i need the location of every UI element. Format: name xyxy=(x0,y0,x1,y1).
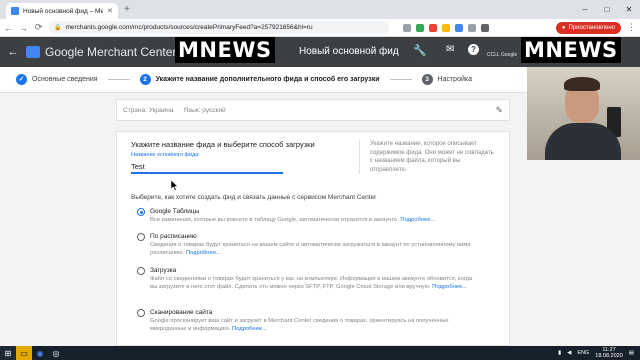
option-title: Сканирование сайта xyxy=(150,309,213,316)
feed-name-label: Название основного фида xyxy=(131,152,199,158)
input-language[interactable]: ENG xyxy=(577,350,589,356)
windows-taskbar: ⊞ ▭ ◉ ◎ ▮ ◀ ENG 11:27 18.08.2020 ▤ xyxy=(0,346,640,360)
maximize-button[interactable]: □ xyxy=(596,0,618,19)
language-value: Язык: русский xyxy=(183,106,226,114)
system-tray: ▮ ◀ ENG 11:27 18.08.2020 ▤ xyxy=(558,347,640,359)
more-link[interactable]: Подробнее... xyxy=(400,217,435,223)
file-explorer-icon[interactable]: ▭ xyxy=(16,346,32,360)
country-language-summary: Страна: Украина Язык: русский ✎ xyxy=(116,99,510,121)
new-tab-button[interactable]: + xyxy=(124,4,130,15)
network-icon[interactable]: ▮ xyxy=(558,350,561,356)
option-description: Google просканирует ваш сайт и загрузит … xyxy=(150,318,449,332)
radio-button[interactable] xyxy=(137,208,145,216)
extension-icon[interactable] xyxy=(455,23,463,32)
page-title: Новый основной фид xyxy=(299,46,399,57)
extension-icon[interactable] xyxy=(442,23,450,32)
upload-method-heading: Выберите, как хотите создать фид и связа… xyxy=(131,194,377,201)
reload-button[interactable]: ⟳ xyxy=(34,22,43,33)
form-heading: Укажите название фида и выберите способ … xyxy=(131,140,315,149)
browser-tab-strip: Новый основной фид – Merch ✕ + – □ ✕ xyxy=(0,0,640,19)
merchant-favicon-icon xyxy=(11,7,19,15)
option-description: Файл со сведениями о товарах будет храни… xyxy=(150,276,473,290)
notifications-icon[interactable]: ▤ xyxy=(629,350,634,356)
merchant-center-logo-icon xyxy=(26,46,40,58)
step-number: 2 xyxy=(139,74,151,85)
profile-paused-badge[interactable]: ● Приостановлено xyxy=(555,21,621,34)
forward-button[interactable]: → xyxy=(19,23,28,33)
tab-title: Новый основной фид – Merch xyxy=(23,7,104,15)
extensions-area xyxy=(403,23,489,32)
edit-pencil-icon[interactable]: ✎ xyxy=(495,105,503,116)
country-value: Страна: Украина xyxy=(123,106,174,114)
back-button[interactable]: ← xyxy=(4,23,13,33)
clock-date: 18.08.2020 xyxy=(595,353,623,359)
more-link[interactable]: Подробнее... xyxy=(432,284,467,290)
mail-icon[interactable]: ✉ xyxy=(446,44,454,55)
mnews-watermark: MNEWS xyxy=(521,37,621,63)
account-label[interactable]: CCLL Google xyxy=(487,52,517,58)
step-divider xyxy=(389,79,412,80)
close-window-button[interactable]: ✕ xyxy=(618,0,640,19)
screen-recorder-icon[interactable]: ◎ xyxy=(48,346,64,360)
start-button-icon[interactable]: ⊞ xyxy=(0,346,16,360)
option-description: Все изменения, которые вы внесете в табл… xyxy=(150,217,436,223)
url-text[interactable]: merchants.google.com/mc/products/sources… xyxy=(65,24,312,31)
more-link[interactable]: Подробнее... xyxy=(186,250,221,256)
step-feed-name[interactable]: 2 Укажите название дополнительного фида … xyxy=(139,74,380,85)
back-arrow-icon[interactable]: ← xyxy=(0,46,26,58)
step-label: Укажите название дополнительного фида и … xyxy=(155,76,380,83)
radio-button[interactable] xyxy=(137,309,145,317)
help-icon[interactable]: ? xyxy=(468,44,479,55)
mnews-watermark: MNEWS xyxy=(175,37,275,63)
extension-icon[interactable] xyxy=(429,23,437,32)
stepper: ✓ Основные сведения 2 Укажите название д… xyxy=(0,67,527,93)
minimize-button[interactable]: – xyxy=(574,0,596,19)
feed-form-card: Укажите название фида и выберите способ … xyxy=(116,131,510,346)
step-label: Основные сведения xyxy=(32,76,98,83)
chrome-icon[interactable]: ◉ xyxy=(32,346,48,360)
radio-button[interactable] xyxy=(137,267,145,275)
option-title: По расписанию xyxy=(150,233,197,240)
volume-icon[interactable]: ◀ xyxy=(567,350,571,356)
more-link[interactable]: Подробнее... xyxy=(232,326,267,332)
feed-name-hint: Укажите название, которое описывает соде… xyxy=(359,140,494,174)
extension-icon[interactable] xyxy=(481,23,489,32)
option-description: Сведения о товарах будут храниться на ва… xyxy=(150,242,471,256)
tab-close-icon[interactable]: ✕ xyxy=(107,7,113,15)
step-label: Настройка xyxy=(437,76,472,83)
radio-button[interactable] xyxy=(137,233,145,241)
browser-menu-icon[interactable]: ⋮ xyxy=(627,22,636,33)
mouse-cursor-icon xyxy=(171,180,179,191)
right-gutter xyxy=(527,160,640,346)
profile-paused-label: Приостановлено xyxy=(568,24,615,31)
step-settings[interactable]: 3 Настройка xyxy=(421,74,472,85)
step-number: 3 xyxy=(421,74,433,85)
option-title: Google Таблицы xyxy=(150,208,200,215)
wrench-icon[interactable]: 🔧 xyxy=(413,44,427,57)
extension-icon[interactable] xyxy=(468,23,476,32)
browser-tab[interactable]: Новый основной фид – Merch ✕ xyxy=(6,3,118,19)
address-bar-row: ← → ⟳ 🔒 merchants.google.com/mc/products… xyxy=(0,19,640,37)
feed-name-input[interactable] xyxy=(131,160,283,174)
clock[interactable]: 11:27 18.08.2020 xyxy=(595,347,623,359)
webcam-overlay xyxy=(527,67,640,160)
lock-icon: 🔒 xyxy=(54,25,62,31)
step-divider xyxy=(107,79,130,80)
step-basic-info[interactable]: ✓ Основные сведения xyxy=(16,74,98,85)
option-title: Загрузка xyxy=(150,267,177,274)
avatar: ● xyxy=(561,24,566,31)
extension-icon[interactable] xyxy=(416,23,424,32)
extension-icon[interactable] xyxy=(403,23,411,32)
window-controls: – □ ✕ xyxy=(574,0,640,19)
step-check-icon: ✓ xyxy=(16,74,27,85)
app-title: Google Merchant Center xyxy=(45,45,177,59)
url-omnibox[interactable]: 🔒 merchants.google.com/mc/products/sourc… xyxy=(49,21,389,34)
